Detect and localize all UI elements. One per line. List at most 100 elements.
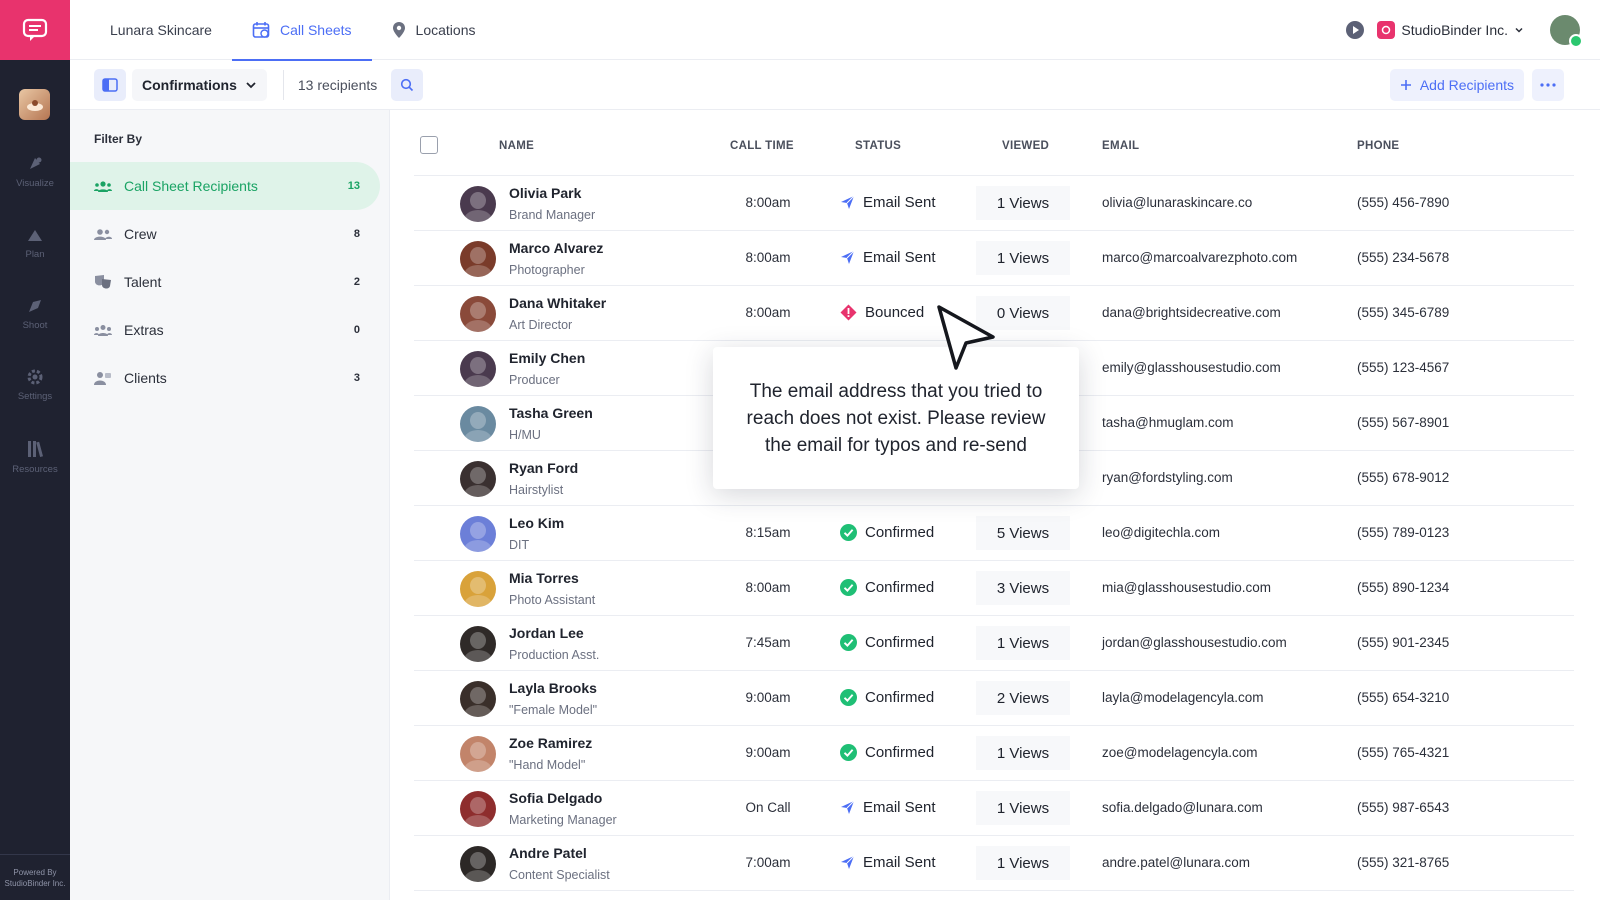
table-row[interactable]: Marco Alvarez Photographer 8:00am Email Sen…	[414, 231, 1574, 286]
recipient-phone[interactable]: (555) 765-4321	[1357, 745, 1449, 760]
col-viewed[interactable]: VIEWED	[1002, 140, 1049, 152]
views-count[interactable]: 1 Views	[976, 626, 1070, 660]
views-count[interactable]: 2 Views	[976, 681, 1070, 715]
table-row[interactable]: Mia Torres Photo Assistant 8:00am Confirmed…	[414, 561, 1574, 616]
recipient-email[interactable]: ryan@fordstyling.com	[1102, 470, 1233, 485]
avatar[interactable]	[460, 571, 496, 607]
user-avatar[interactable]	[1550, 15, 1583, 48]
org-switcher[interactable]: StudioBinder Inc.	[1377, 21, 1524, 39]
status-badge[interactable]: Bounced	[840, 304, 924, 321]
recipient-phone[interactable]: (555) 890-1234	[1357, 580, 1449, 595]
rail-visualize[interactable]: Visualize	[0, 155, 70, 189]
status-badge[interactable]: Confirmed	[840, 689, 934, 706]
recipient-email[interactable]: marco@marcoalvarezphoto.com	[1102, 250, 1297, 265]
avatar[interactable]	[460, 351, 496, 387]
rail-settings[interactable]: Settings	[0, 368, 70, 402]
recipient-name[interactable]: Marco Alvarez	[509, 240, 603, 256]
avatar[interactable]	[460, 626, 496, 662]
avatar[interactable]	[460, 406, 496, 442]
call-time[interactable]: On Call	[732, 800, 804, 815]
recipient-phone[interactable]: (555) 678-9012	[1357, 470, 1449, 485]
views-count[interactable]: 1 Views	[976, 186, 1070, 220]
recipient-phone[interactable]: (555) 345-6789	[1357, 305, 1449, 320]
avatar[interactable]	[460, 791, 496, 827]
recipient-name[interactable]: Olivia Park	[509, 185, 581, 201]
table-row[interactable]: Andre Patel Content Specialist 7:00am Email…	[414, 836, 1574, 891]
recipient-name[interactable]: Zoe Ramirez	[509, 735, 592, 751]
call-time[interactable]: 7:00am	[732, 855, 804, 870]
recipient-name[interactable]: Leo Kim	[509, 515, 564, 531]
status-badge[interactable]: Confirmed	[840, 524, 934, 541]
status-badge[interactable]: Confirmed	[840, 744, 934, 761]
avatar[interactable]	[460, 186, 496, 222]
col-phone[interactable]: PHONE	[1357, 140, 1399, 152]
filter-extras[interactable]: Extras 0	[70, 306, 380, 354]
recipient-name[interactable]: Mia Torres	[509, 570, 579, 586]
recipient-email[interactable]: leo@digitechla.com	[1102, 525, 1220, 540]
recipient-name[interactable]: Jordan Lee	[509, 625, 584, 641]
recipient-email[interactable]: tasha@hmuglam.com	[1102, 415, 1234, 430]
table-row[interactable]: Zoe Ramirez "Hand Model" 9:00am Confirmed 1 …	[414, 726, 1574, 781]
call-time[interactable]: 7:45am	[732, 635, 804, 650]
recipient-phone[interactable]: (555) 654-3210	[1357, 690, 1449, 705]
views-count[interactable]: 1 Views	[976, 791, 1070, 825]
avatar[interactable]	[460, 681, 496, 717]
recipient-phone[interactable]: (555) 123-4567	[1357, 360, 1449, 375]
call-time[interactable]: 8:15am	[732, 525, 804, 540]
recipient-name[interactable]: Layla Brooks	[509, 680, 597, 696]
select-all-checkbox[interactable]	[420, 136, 438, 154]
call-time[interactable]: 8:00am	[732, 250, 804, 265]
table-row[interactable]: Sofia Delgado Marketing Manager On Call Ema…	[414, 781, 1574, 836]
recipient-email[interactable]: jordan@glasshousestudio.com	[1102, 635, 1287, 650]
project-thumbnail[interactable]	[19, 89, 50, 120]
avatar[interactable]	[460, 516, 496, 552]
table-row[interactable]: Leo Kim DIT 8:15am Confirmed 5 Views leo@digi…	[414, 506, 1574, 561]
col-email[interactable]: EMAIL	[1102, 140, 1139, 152]
tab-locations[interactable]: Locations	[372, 0, 496, 60]
table-row[interactable]: Olivia Park Brand Manager 8:00am Email Sent…	[414, 176, 1574, 231]
views-count[interactable]: 3 Views	[976, 571, 1070, 605]
recipient-name[interactable]: Tasha Green	[509, 405, 593, 421]
search-button[interactable]	[391, 68, 424, 101]
rail-shoot[interactable]: Shoot	[0, 297, 70, 331]
rail-plan[interactable]: Plan	[0, 226, 70, 260]
recipient-phone[interactable]: (555) 901-2345	[1357, 635, 1449, 650]
table-row[interactable]: Jordan Lee Production Asst. 7:45am Confirme…	[414, 616, 1574, 671]
recipient-name[interactable]: Dana Whitaker	[509, 295, 606, 311]
recipient-name[interactable]: Emily Chen	[509, 350, 585, 366]
recipient-name[interactable]: Sofia Delgado	[509, 790, 602, 806]
col-status[interactable]: STATUS	[855, 140, 901, 152]
studiobinder-logo[interactable]	[0, 0, 70, 60]
recipient-phone[interactable]: (555) 456-7890	[1357, 195, 1449, 210]
avatar[interactable]	[460, 736, 496, 772]
recipient-email[interactable]: andre.patel@lunara.com	[1102, 855, 1250, 870]
recipient-email[interactable]: zoe@modelagencyla.com	[1102, 745, 1258, 760]
table-row[interactable]: Layla Brooks "Female Model" 9:00am Confirme…	[414, 671, 1574, 726]
recipient-email[interactable]: emily@glasshousestudio.com	[1102, 360, 1281, 375]
play-tutorial-icon[interactable]	[1345, 20, 1365, 40]
recipient-phone[interactable]: (555) 234-5678	[1357, 250, 1449, 265]
views-count[interactable]: 5 Views	[976, 516, 1070, 550]
recipient-email[interactable]: sofia.delgado@lunara.com	[1102, 800, 1263, 815]
view-dropdown[interactable]: Confirmations	[132, 68, 267, 101]
filter-call-sheet-recipients[interactable]: Call Sheet Recipients 13	[70, 162, 380, 210]
recipient-phone[interactable]: (555) 567-8901	[1357, 415, 1449, 430]
more-options-button[interactable]	[1532, 69, 1564, 101]
rail-resources[interactable]: Resources	[0, 439, 70, 475]
avatar[interactable]	[460, 846, 496, 882]
views-count[interactable]: 1 Views	[976, 736, 1070, 770]
recipient-phone[interactable]: (555) 789-0123	[1357, 525, 1449, 540]
sidebar-toggle-button[interactable]	[94, 68, 126, 101]
recipient-email[interactable]: olivia@lunaraskincare.co	[1102, 195, 1252, 210]
tab-project[interactable]: Lunara Skincare	[70, 0, 232, 60]
avatar[interactable]	[460, 296, 496, 332]
tab-call-sheets[interactable]: Call Sheets	[231, 0, 372, 61]
status-badge[interactable]: Email Sent	[840, 854, 936, 871]
call-time[interactable]: 9:00am	[732, 690, 804, 705]
recipient-email[interactable]: mia@glasshousestudio.com	[1102, 580, 1271, 595]
recipient-name[interactable]: Ryan Ford	[509, 460, 578, 476]
call-time[interactable]: 8:00am	[732, 580, 804, 595]
views-count[interactable]: 1 Views	[976, 241, 1070, 275]
status-badge[interactable]: Email Sent	[840, 194, 936, 211]
filter-clients[interactable]: Clients 3	[70, 354, 380, 402]
